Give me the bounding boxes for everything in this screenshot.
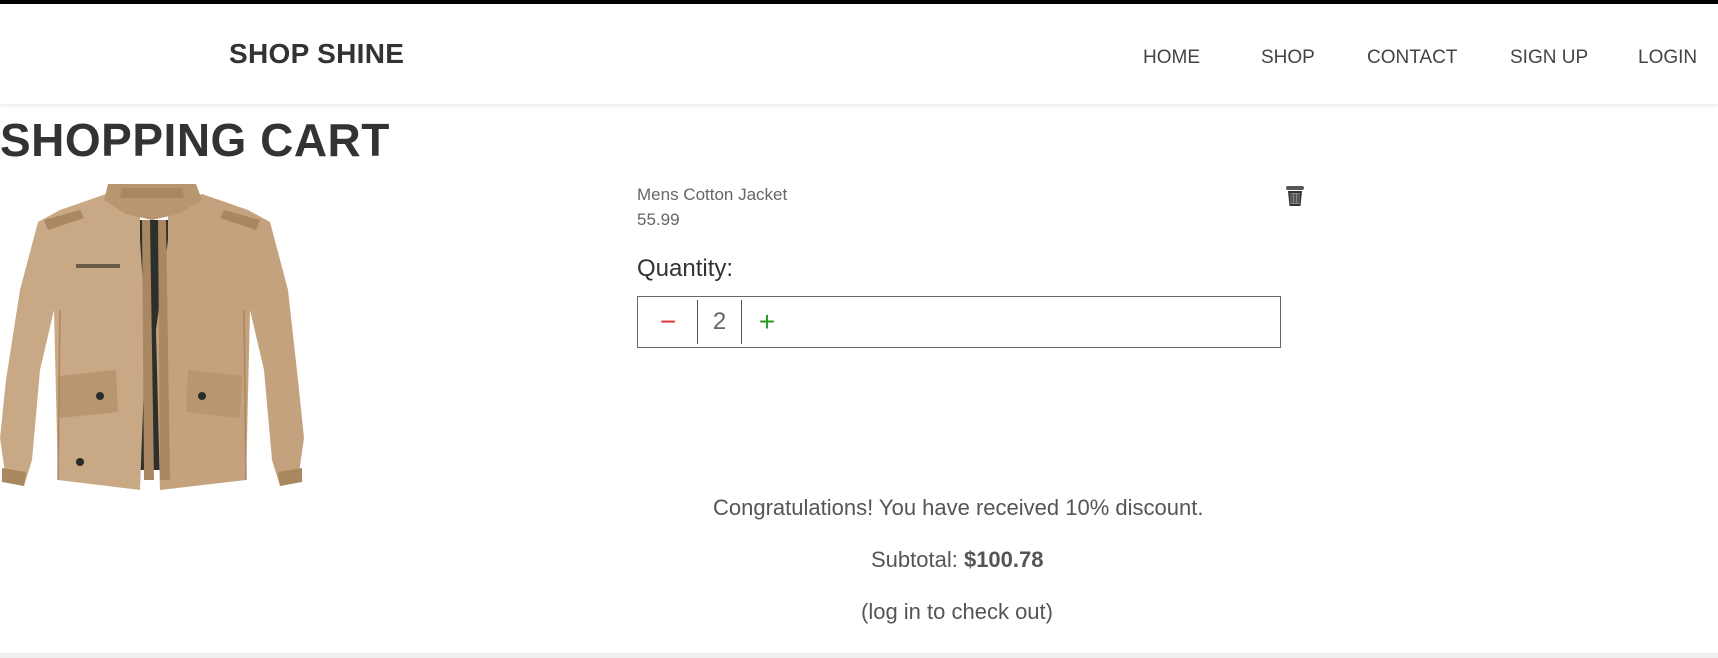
footer-strip <box>0 653 1718 658</box>
page-title: SHOPPING CART <box>0 114 390 166</box>
subtotal: Subtotal: $100.78 <box>871 547 1043 573</box>
quantity-stepper: − 2 + <box>637 296 1281 348</box>
site-header: SHOP SHINE HOME SHOP CONTACT SIGN UP LOG… <box>0 4 1718 104</box>
trash-icon[interactable] <box>1284 184 1306 208</box>
cart-item-price: 55.99 <box>637 210 680 229</box>
discount-message: Congratulations! You have received 10% d… <box>713 495 1204 520</box>
subtotal-value: $100.78 <box>963 547 1044 572</box>
quantity-value: 2 <box>712 308 727 335</box>
nav-home-link[interactable]: HOME <box>1143 47 1200 69</box>
checkout-note[interactable]: (log in to check out) <box>861 599 1053 625</box>
subtotal-label: Subtotal: <box>871 547 964 572</box>
nav-contact-link[interactable]: CONTACT <box>1367 47 1457 69</box>
main-nav: HOME SHOP CONTACT SIGN UP LOGIN <box>0 47 1718 77</box>
nav-login-link[interactable]: LOGIN <box>1638 47 1697 69</box>
nav-shop-link[interactable]: SHOP <box>1261 47 1315 69</box>
jacket-product-image <box>0 180 304 498</box>
decrease-quantity-button[interactable]: − <box>638 297 698 347</box>
quantity-label: Quantity: <box>637 255 734 282</box>
nav-signup-link[interactable]: SIGN UP <box>1510 47 1588 69</box>
increase-quantity-button[interactable]: + <box>742 297 792 347</box>
cart-item-name: Mens Cotton Jacket <box>637 185 788 204</box>
